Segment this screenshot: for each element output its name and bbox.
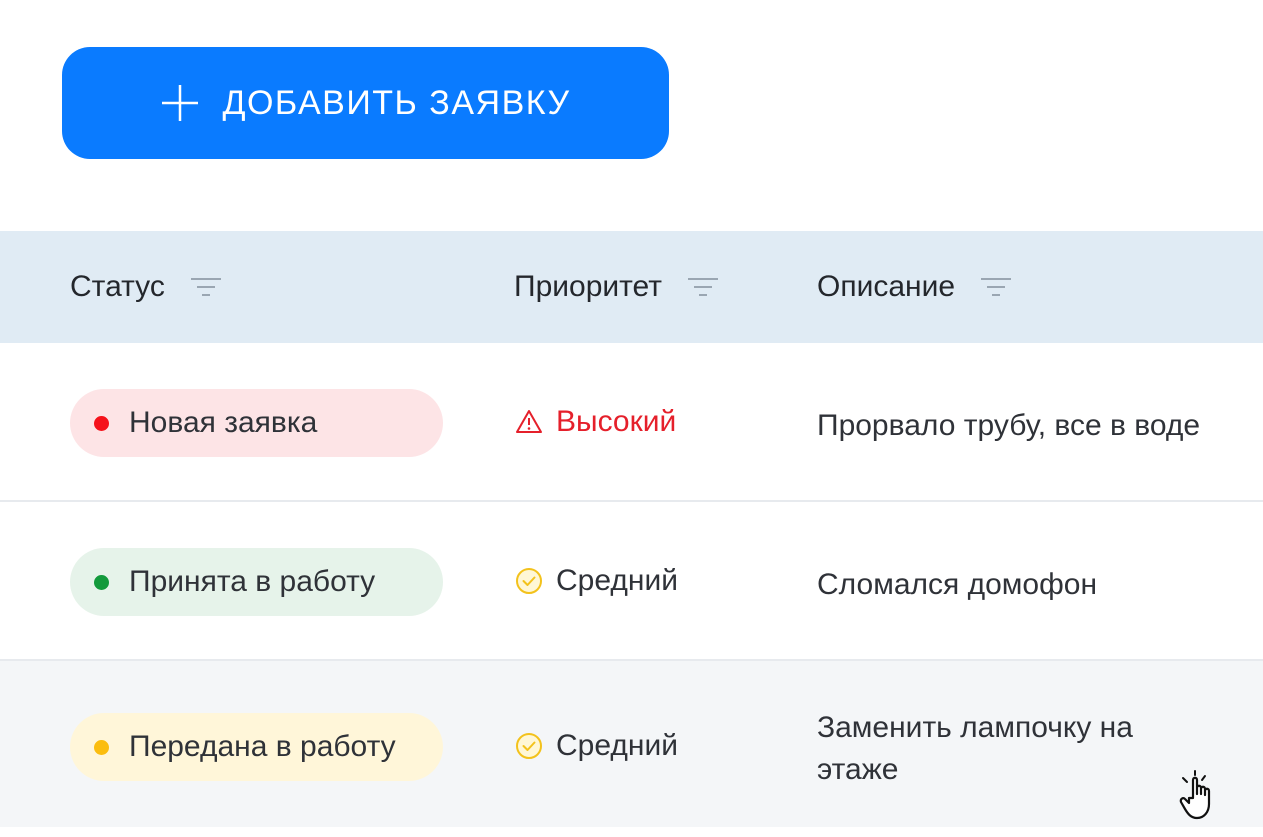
table-row[interactable]: Принята в работу Средний Сломался домофо… <box>0 502 1263 661</box>
column-header-description[interactable]: Описание <box>817 270 1012 304</box>
status-label: Передана в работу <box>129 730 396 763</box>
column-label-priority: Приоритет <box>514 270 662 303</box>
status-badge: Принята в работу <box>70 548 443 616</box>
requests-table: Статус Приоритет Описание Новая заявка В… <box>0 231 1263 827</box>
status-dot-icon <box>94 574 109 590</box>
status-dot-icon <box>94 415 109 431</box>
description-cell: Заменить лампочку на этаже <box>817 711 1133 786</box>
status-badge: Передана в работу <box>70 713 443 781</box>
priority-label: Высокий <box>556 405 677 438</box>
filter-icon[interactable] <box>687 277 718 297</box>
priority-cell: Средний <box>514 729 678 763</box>
priority-cell: Высокий <box>514 405 676 439</box>
priority-label: Средний <box>556 564 678 597</box>
description-cell: Сломался домофон <box>817 568 1098 601</box>
status-label: Новая заявка <box>129 406 318 439</box>
pointer-hand-icon <box>1179 770 1211 820</box>
add-request-button[interactable]: ДОБАВИТЬ ЗАЯВКУ <box>62 47 669 159</box>
add-request-label: ДОБАВИТЬ ЗАЯВКУ <box>222 83 571 122</box>
description-cell: Прорвало трубу, все в воде <box>817 409 1201 442</box>
warning-triangle-icon <box>516 410 542 433</box>
check-circle-icon <box>516 568 542 594</box>
status-dot-icon <box>94 739 109 755</box>
plus-icon <box>162 85 199 121</box>
table-header: Статус Приоритет Описание <box>0 231 1263 343</box>
filter-icon[interactable] <box>981 277 1012 297</box>
table-row[interactable]: Новая заявка Высокий Прорвало трубу, все… <box>0 343 1263 502</box>
filter-icon[interactable] <box>190 277 221 297</box>
column-header-status[interactable]: Статус <box>70 270 221 304</box>
check-circle-icon <box>516 733 542 759</box>
priority-cell: Средний <box>514 564 678 598</box>
column-label-description: Описание <box>817 270 956 303</box>
priority-label: Средний <box>556 729 678 762</box>
table-row[interactable]: Передана в работу Средний Заменить лампо… <box>0 661 1263 827</box>
column-header-priority[interactable]: Приоритет <box>514 270 718 304</box>
status-label: Принята в работу <box>129 565 376 598</box>
status-badge: Новая заявка <box>70 389 443 457</box>
column-label-status: Статус <box>70 270 165 303</box>
